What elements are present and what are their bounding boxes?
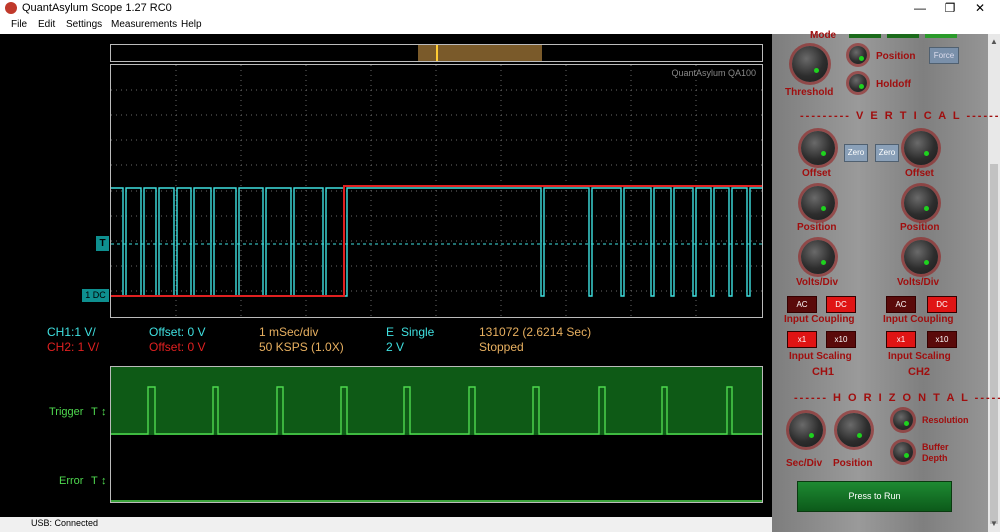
app-icon: [5, 2, 17, 14]
holdoff-label: Holdoff: [876, 79, 911, 90]
plot-grid: [111, 65, 762, 317]
ch1-x1-button[interactable]: x1: [787, 331, 817, 348]
timebase-readout: 1 mSec/div: [259, 325, 319, 339]
scroll-thumb[interactable]: [990, 164, 998, 524]
ch1-ac-button[interactable]: AC: [787, 296, 817, 313]
ch1-x10-button[interactable]: x10: [826, 331, 856, 348]
ch1-volts-div-label: Volts/Div: [796, 277, 839, 288]
mode-label: Mode: [810, 30, 837, 41]
ch1-volts-div-knob[interactable]: [801, 240, 835, 274]
force-trigger-button[interactable]: Force: [929, 47, 959, 64]
ch1-ground-marker[interactable]: 1 DC: [82, 289, 109, 302]
sample-count-readout: 131072 (2.6214 Sec): [479, 325, 592, 339]
trigger-level-marker[interactable]: T: [96, 236, 109, 251]
ch1-position-label: Position: [797, 222, 837, 233]
resolution-label: Resolution: [922, 415, 969, 425]
menu-help[interactable]: Help: [181, 19, 202, 30]
ch2-offset-label: Offset: [905, 168, 934, 179]
trigger-position-knob[interactable]: [849, 46, 867, 64]
ch2-column-label: CH2: [908, 366, 931, 378]
title-bar: QuantAsylum Scope 1.27 RC0 — ❐ ✕: [0, 0, 1000, 17]
ch1-zero-button[interactable]: Zero: [844, 144, 868, 162]
ch1-column-label: CH1: [812, 366, 835, 378]
horizontal-section-title: ------ H O R I Z O N T A L ------: [794, 392, 1000, 404]
mode-button-single[interactable]: [925, 34, 957, 38]
ch1-offset-readout: Offset: 0 V: [149, 325, 206, 339]
ch1-offset-label: Offset: [802, 168, 831, 179]
trigger-position-label: Position: [876, 51, 916, 62]
sec-div-knob[interactable]: [789, 413, 823, 447]
menu-measurements[interactable]: Measurements: [111, 19, 177, 30]
ch2-ac-button[interactable]: AC: [886, 296, 916, 313]
trigger-edge-readout: E: [386, 325, 395, 339]
close-button[interactable]: ✕: [965, 0, 995, 17]
holdoff-knob[interactable]: [849, 74, 867, 92]
status-bar: USB: Connected: [0, 517, 772, 532]
ch2-dc-button[interactable]: DC: [927, 296, 957, 313]
press-to-run-button[interactable]: Press to Run: [797, 481, 952, 512]
ch1-input-scaling-label: Input Scaling: [789, 351, 852, 362]
ch2-input-coupling-label: Input Coupling: [883, 314, 954, 325]
trigger-lane-t[interactable]: T: [91, 406, 98, 418]
waveform-plot[interactable]: QuantAsylum QA100: [110, 64, 763, 318]
trigger-lane-label: Trigger: [49, 406, 84, 418]
ch2-position-knob[interactable]: [904, 186, 938, 220]
vertical-section-title: --------- V E R T I C A L ---------: [800, 110, 1000, 122]
buffer-trigger-cursor: [436, 45, 438, 61]
samplerate-readout: 50 KSPS (1.0X): [259, 340, 344, 354]
error-lane-label: Error: [59, 475, 84, 487]
ch2-volts-div-label: Volts/Div: [897, 277, 940, 288]
minimize-button[interactable]: —: [905, 0, 935, 17]
ch1-scale-readout: CH1:1 V/: [47, 325, 96, 339]
ch1-trace: [111, 187, 762, 297]
scroll-down-arrow[interactable]: ▼: [988, 518, 1000, 530]
waveform-svg: QuantAsylum QA100: [111, 65, 762, 317]
buffer-overview-bar[interactable]: [110, 44, 763, 62]
ch1-position-knob[interactable]: [801, 186, 835, 220]
maximize-button[interactable]: ❐: [935, 0, 965, 17]
trigger-level-readout: 2 V: [386, 340, 405, 354]
ch2-volts-div-knob[interactable]: [904, 240, 938, 274]
resolution-knob[interactable]: [893, 410, 913, 430]
ch1-dc-button[interactable]: DC: [826, 296, 856, 313]
menu-settings[interactable]: Settings: [66, 19, 102, 30]
trigger-lane-updown[interactable]: ↕: [101, 406, 107, 418]
digital-svg: [111, 386, 762, 502]
menu-file[interactable]: File: [11, 19, 27, 30]
depth-label: Depth: [922, 453, 948, 463]
ch1-input-coupling-label: Input Coupling: [784, 314, 855, 325]
ch1-offset-knob[interactable]: [801, 131, 835, 165]
ch2-position-label: Position: [900, 222, 940, 233]
menu-edit[interactable]: Edit: [38, 19, 55, 30]
ch2-x10-button[interactable]: x10: [927, 331, 957, 348]
error-lane-t[interactable]: T: [91, 475, 98, 487]
mode-button-auto[interactable]: [887, 34, 919, 38]
digital-lanes: [110, 366, 763, 503]
scroll-up-arrow[interactable]: ▲: [988, 36, 1000, 48]
mode-button-normal[interactable]: [849, 34, 881, 38]
ch2-offset-knob[interactable]: [904, 131, 938, 165]
trigger-lane-trace: [111, 386, 762, 435]
scope-brand-label: QuantAsylum QA100: [671, 68, 756, 78]
ch2-offset-readout: Offset: 0 V: [149, 340, 206, 354]
window-title: QuantAsylum Scope 1.27 RC0: [22, 2, 172, 14]
ch2-scale-readout: CH2: 1 V/: [47, 340, 100, 354]
horizontal-position-label: Position: [833, 458, 873, 469]
trigger-mode-readout: Single: [401, 325, 435, 339]
threshold-knob[interactable]: [792, 46, 828, 82]
threshold-label: Threshold: [785, 87, 834, 98]
ch2-x1-button[interactable]: x1: [886, 331, 916, 348]
buffer-depth-knob[interactable]: [893, 442, 913, 462]
error-lane-updown[interactable]: ↕: [101, 475, 107, 487]
acquisition-state-readout: Stopped: [479, 340, 524, 354]
ch2-input-scaling-label: Input Scaling: [888, 351, 951, 362]
horizontal-position-knob[interactable]: [837, 413, 871, 447]
ch2-zero-button[interactable]: Zero: [875, 144, 899, 162]
buffer-label: Buffer: [922, 442, 949, 452]
sec-div-label: Sec/Div: [786, 458, 823, 469]
usb-status: USB: Connected: [31, 518, 99, 528]
menu-bar: File Edit Settings Measurements Help: [0, 17, 1000, 34]
panel-scrollbar[interactable]: ▲ ▼: [988, 34, 1000, 532]
